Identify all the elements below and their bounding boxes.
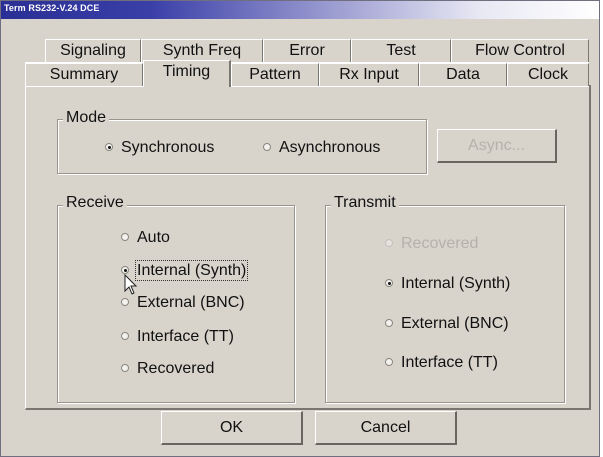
radio-selected-icon — [105, 142, 113, 151]
radio-transmit-interface-tt[interactable]: Interface (TT) — [385, 353, 498, 373]
radio-unselected-icon — [385, 357, 393, 366]
dialog-window: Term RS232-V.24 DCE Signaling Synth Freq… — [0, 0, 600, 457]
radio-transmit-internal-synth[interactable]: Internal (Synth) — [385, 274, 510, 294]
tab-clock[interactable]: Clock — [507, 63, 589, 86]
mouse-pointer-icon — [124, 274, 138, 295]
tab-synth-freq[interactable]: Synth Freq — [141, 39, 263, 62]
radio-asynchronous[interactable]: Asynchronous — [263, 138, 380, 158]
radio-unselected-icon — [121, 331, 129, 340]
tab-pattern[interactable]: Pattern — [231, 63, 319, 86]
radio-synchronous[interactable]: Synchronous — [105, 138, 214, 158]
radio-receive-auto[interactable]: Auto — [121, 228, 170, 248]
radio-unselected-icon — [121, 297, 129, 306]
radio-selected-icon — [385, 278, 393, 287]
radio-disabled-icon — [385, 238, 393, 247]
tab-timing[interactable]: Timing — [143, 60, 231, 87]
radio-receive-external-bnc[interactable]: External (BNC) — [121, 293, 245, 313]
tab-data[interactable]: Data — [419, 63, 507, 86]
radio-unselected-icon — [263, 142, 271, 151]
tab-rx-input[interactable]: Rx Input — [319, 63, 419, 86]
tab-flow-control[interactable]: Flow Control — [451, 39, 589, 62]
radio-transmit-recovered[interactable]: Recovered — [385, 234, 478, 254]
radio-unselected-icon — [385, 318, 393, 327]
tab-test[interactable]: Test — [351, 39, 451, 62]
radio-selected-icon — [121, 265, 129, 274]
radio-unselected-icon — [121, 363, 129, 372]
transmit-group-label: Transmit — [331, 194, 399, 212]
receive-group-label: Receive — [63, 194, 127, 212]
window-title: Term RS232-V.24 DCE — [4, 3, 100, 13]
tab-error[interactable]: Error — [263, 39, 351, 62]
tab-summary[interactable]: Summary — [25, 63, 143, 86]
radio-transmit-external-bnc[interactable]: External (BNC) — [385, 314, 509, 334]
mode-group-label: Mode — [63, 109, 110, 127]
async-button[interactable]: Async... — [437, 129, 557, 163]
title-bar[interactable]: Term RS232-V.24 DCE — [1, 1, 599, 19]
ok-button[interactable]: OK — [161, 411, 303, 445]
radio-receive-interface-tt[interactable]: Interface (TT) — [121, 327, 234, 347]
radio-unselected-icon — [121, 232, 129, 241]
radio-receive-recovered[interactable]: Recovered — [121, 359, 214, 379]
cancel-button[interactable]: Cancel — [315, 411, 457, 445]
tab-signaling[interactable]: Signaling — [45, 39, 141, 62]
